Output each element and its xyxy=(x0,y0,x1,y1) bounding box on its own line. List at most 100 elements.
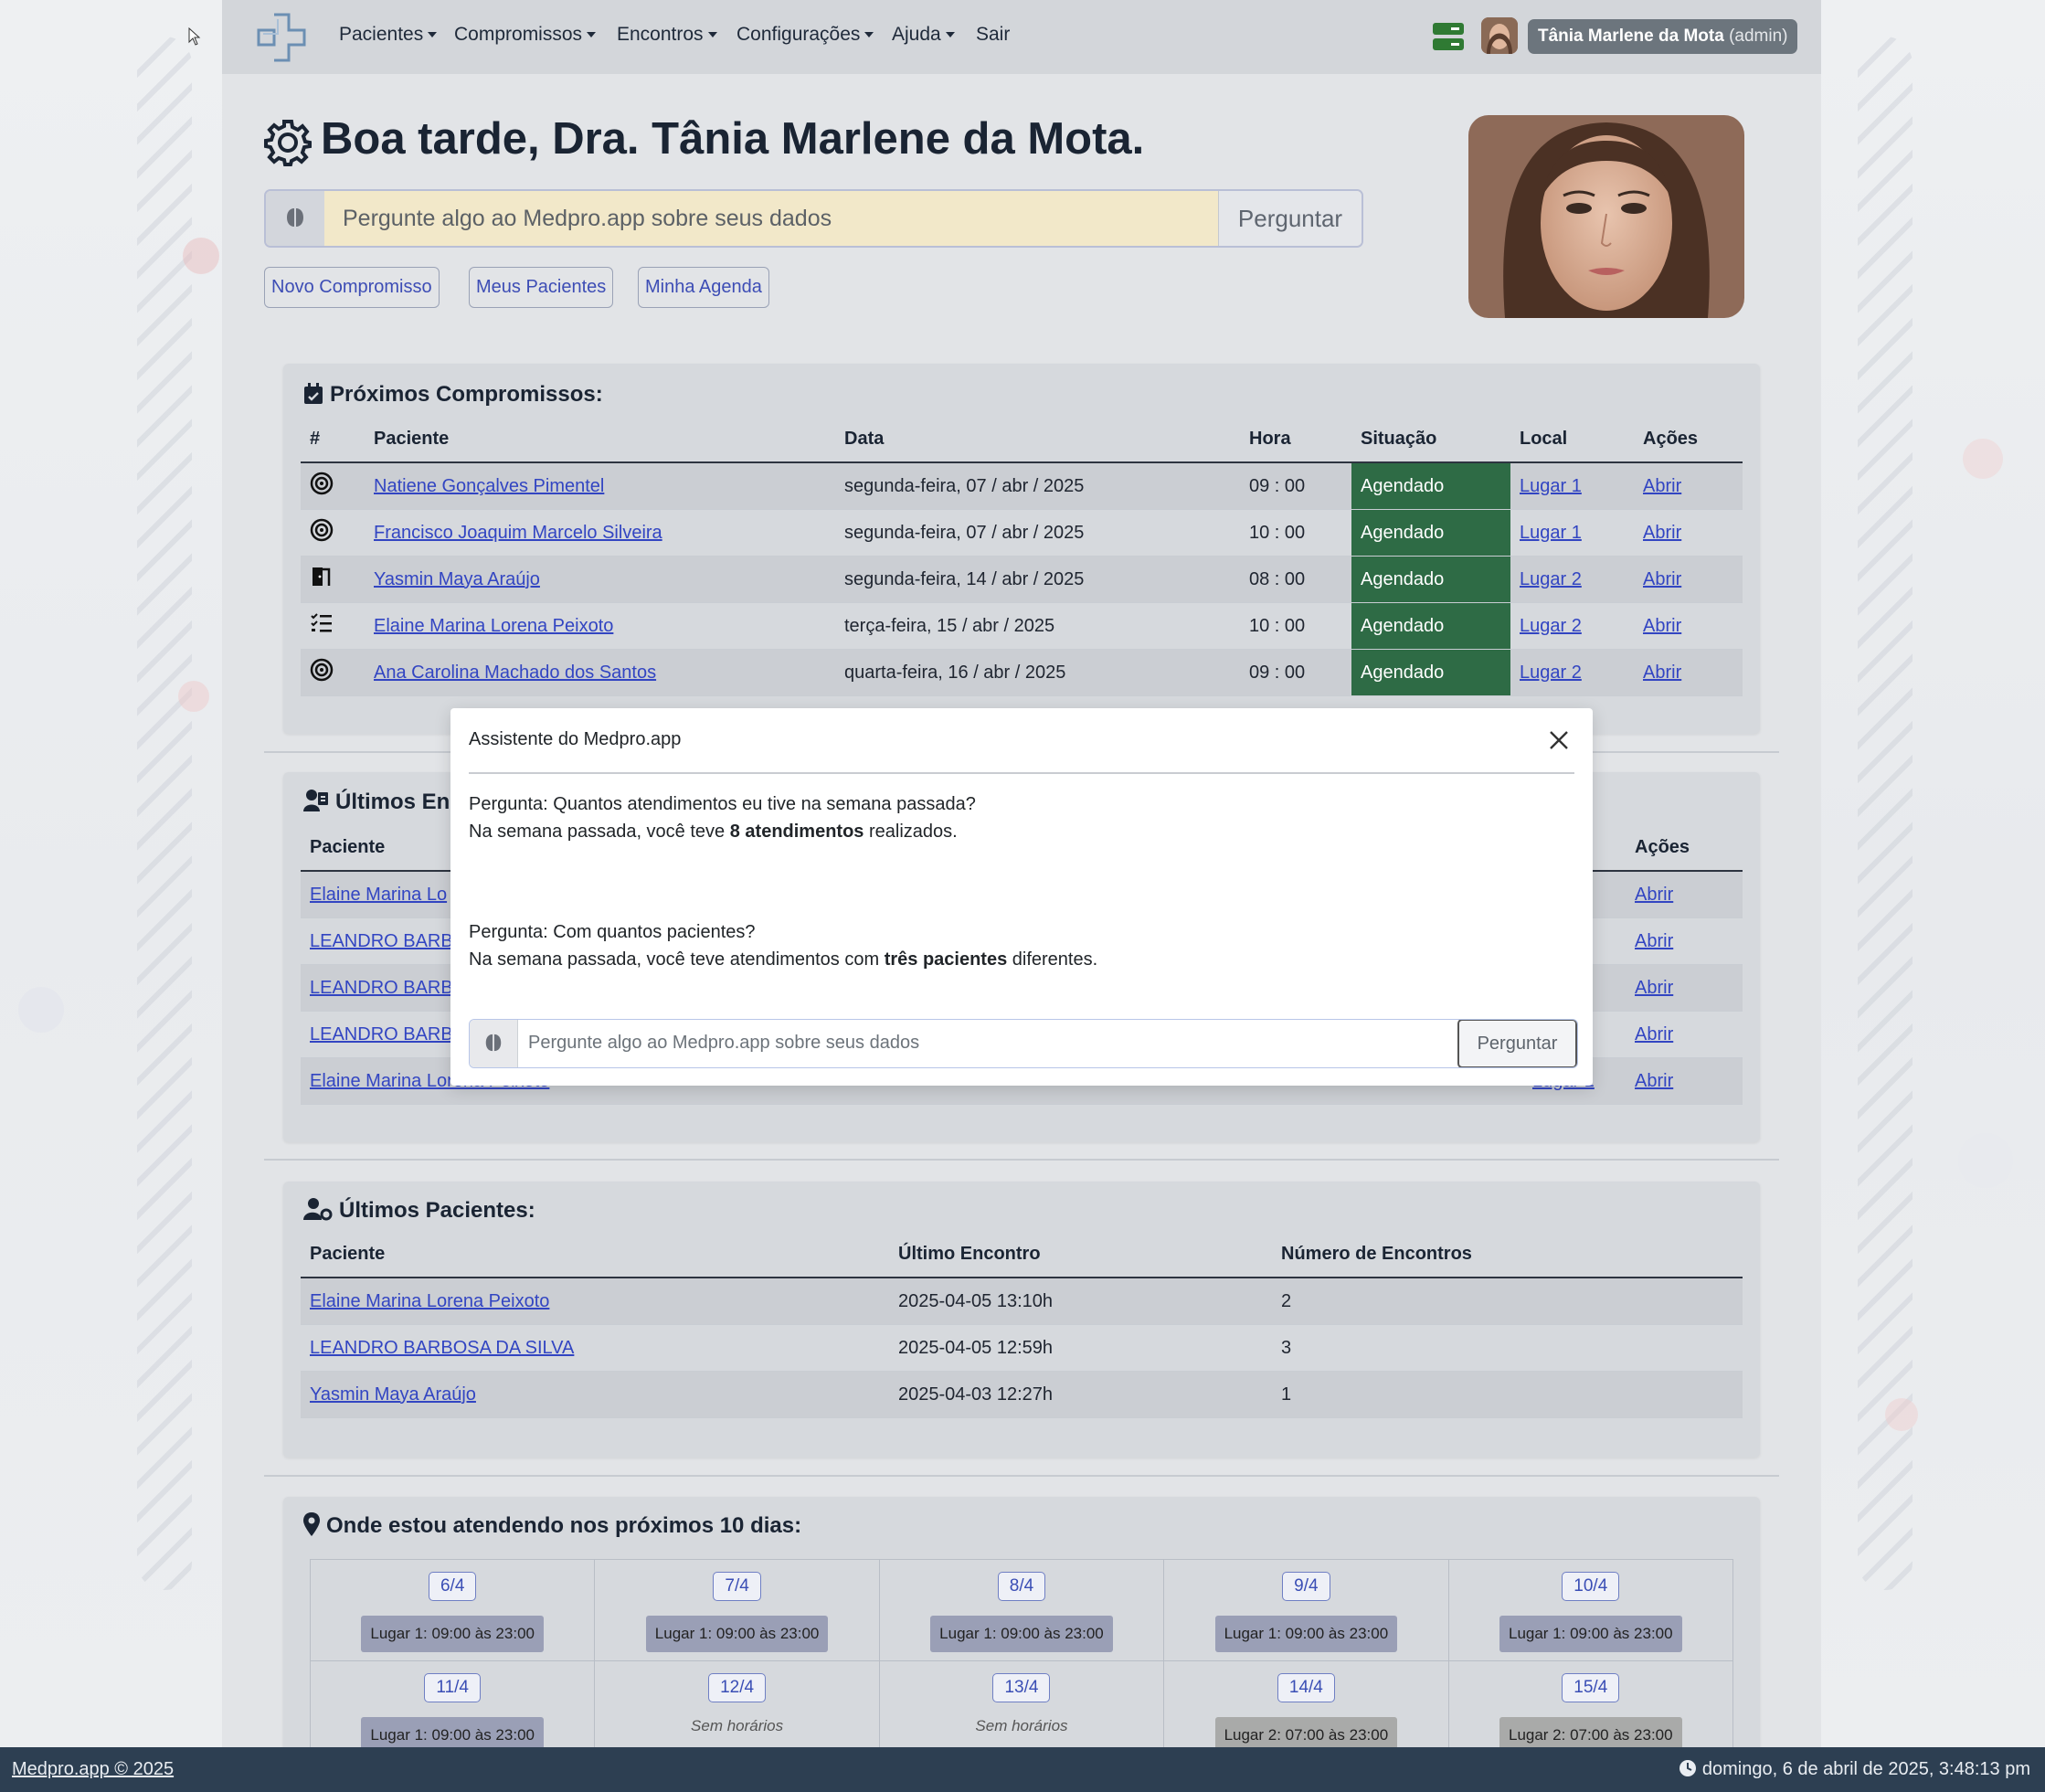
slot-badge: Lugar 1: 09:00 às 23:00 xyxy=(1214,1616,1398,1652)
schedule-title: Onde estou atendendo nos próximos 10 dia… xyxy=(303,1512,801,1539)
nav-configuracoes[interactable]: Configurações xyxy=(736,24,874,46)
patient-link[interactable]: Francisco Joaquim Marcelo Silveira xyxy=(374,523,662,543)
navbar: Pacientes Compromissos Encontros Configu… xyxy=(222,0,1821,74)
patient-link[interactable]: Elaine Marina Lorena Peixoto xyxy=(310,1291,549,1311)
open-link[interactable]: Abrir xyxy=(1635,931,1673,951)
date-pill[interactable]: 13/4 xyxy=(992,1673,1051,1702)
open-link[interactable]: Abrir xyxy=(1643,616,1681,636)
col-header: Ações xyxy=(1626,824,1743,872)
place-link[interactable]: Lugar 2 xyxy=(1520,616,1582,636)
encounters-title-text: Últimos Enc xyxy=(335,790,462,814)
date-pill[interactable]: 15/4 xyxy=(1562,1673,1620,1702)
open-link[interactable]: Abrir xyxy=(1643,476,1681,496)
time-cell: 09 : 00 xyxy=(1240,462,1351,510)
ask-input[interactable]: Pergunte algo ao Medpro.app sobre seus d… xyxy=(343,206,832,232)
patient-link[interactable]: Yasmin Maya Araújo xyxy=(374,569,540,589)
table-row: Elaine Marina Lorena Peixoto terça-feira… xyxy=(301,602,1743,650)
medpro-logo-icon[interactable] xyxy=(256,12,307,63)
close-icon[interactable] xyxy=(1547,728,1571,752)
new-appointment-button[interactable]: Novo Compromisso xyxy=(264,267,440,308)
date-pill[interactable]: 14/4 xyxy=(1277,1673,1335,1702)
door-icon xyxy=(313,567,331,586)
patients-title-text: Últimos Pacientes: xyxy=(339,1198,535,1223)
checklist-icon xyxy=(311,613,332,632)
question-text: Pergunta: Quantos atendimentos eu tive n… xyxy=(469,794,976,814)
patient-link[interactable]: LEANDRO BARBC xyxy=(310,1024,466,1044)
table-row: Francisco Joaquim Marcelo Silveira segun… xyxy=(301,509,1743,557)
ask-button[interactable]: Perguntar xyxy=(1218,191,1362,246)
date-pill[interactable]: 12/4 xyxy=(708,1673,767,1702)
caret-down-icon xyxy=(864,32,874,38)
modal-ask-input[interactable]: Pergunte algo ao Medpro.app sobre seus d… xyxy=(528,1033,919,1054)
avatar[interactable] xyxy=(1481,17,1518,54)
date-pill[interactable]: 10/4 xyxy=(1562,1572,1620,1601)
open-link[interactable]: Abrir xyxy=(1643,569,1681,589)
user-menu-button[interactable]: Tânia Marlene da Mota (admin) xyxy=(1528,19,1798,54)
nav-ajuda[interactable]: Ajuda xyxy=(892,24,955,46)
ask-bar: Pergunte algo ao Medpro.app sobre seus d… xyxy=(264,189,1363,248)
nav-encontros[interactable]: Encontros xyxy=(617,24,717,46)
patient-link[interactable]: Elaine Marina Lo xyxy=(310,885,447,905)
user-role: (admin) xyxy=(1729,27,1788,46)
assistant-modal: Assistente do Medpro.app Pergunta: Quant… xyxy=(450,708,1593,1086)
place-link[interactable]: Lugar 2 xyxy=(1520,663,1582,683)
patient-link[interactable]: Ana Carolina Machado dos Santos xyxy=(374,663,656,683)
modal-divider xyxy=(469,772,1574,774)
main-container: Pacientes Compromissos Encontros Configu… xyxy=(222,0,1821,1792)
open-link[interactable]: Abrir xyxy=(1635,978,1673,998)
open-link[interactable]: Abrir xyxy=(1635,885,1673,905)
open-link[interactable]: Abrir xyxy=(1635,1071,1673,1091)
last-encounter: 2025-04-03 12:27h xyxy=(889,1371,1272,1418)
patient-link[interactable]: LEANDRO BARBOSA DA SILVA xyxy=(310,1338,574,1358)
user-gear-icon xyxy=(303,1198,333,1221)
patient-link[interactable]: Elaine Marina Lorena Peixoto xyxy=(374,616,613,636)
col-header: Local xyxy=(1510,416,1634,463)
patient-link[interactable]: Natiene Gonçalves Pimentel xyxy=(374,476,604,496)
modal-ask-button[interactable]: Perguntar xyxy=(1457,1020,1577,1067)
patient-link[interactable]: Yasmin Maya Araújo xyxy=(310,1384,476,1405)
date-pill[interactable]: 11/4 xyxy=(424,1673,481,1702)
place-link[interactable]: Lugar 1 xyxy=(1520,523,1582,543)
date-pill[interactable]: 7/4 xyxy=(713,1572,761,1601)
server-status-icon[interactable] xyxy=(1433,21,1464,52)
place-link[interactable]: Lugar 2 xyxy=(1520,569,1582,589)
table-header: Paciente Último Encontro Número de Encon… xyxy=(301,1231,1743,1278)
caret-down-icon xyxy=(707,32,717,38)
open-link[interactable]: Abrir xyxy=(1643,523,1681,543)
col-header: Paciente xyxy=(301,1231,889,1278)
date-pill[interactable]: 6/4 xyxy=(428,1572,477,1601)
patient-link[interactable]: LEANDRO BARBC xyxy=(310,978,466,998)
my-patients-button[interactable]: Meus Pacientes xyxy=(469,267,614,308)
table-row: Elaine Marina Lorena Peixoto 2025-04-05 1… xyxy=(301,1278,1743,1325)
slot-badge: Lugar 1: 09:00 às 23:00 xyxy=(361,1616,544,1652)
no-slot-text: Sem horários xyxy=(691,1717,784,1734)
pill-decoration xyxy=(183,238,219,274)
nav-pacientes[interactable]: Pacientes xyxy=(339,24,438,46)
brain-icon-addon xyxy=(470,1020,518,1067)
open-link[interactable]: Abrir xyxy=(1635,1024,1673,1044)
nav-sair[interactable]: Sair xyxy=(976,24,1010,46)
my-agenda-button[interactable]: Minha Agenda xyxy=(638,267,769,308)
copyright-link[interactable]: Medpro.app © 2025 xyxy=(12,1759,174,1780)
slot-badge: Lugar 1: 09:00 às 23:00 xyxy=(1499,1616,1682,1652)
col-header: Número de Encontros xyxy=(1272,1231,1743,1278)
date-cell: quarta-feira, 16 / abr / 2025 xyxy=(835,649,1240,696)
col-header: Data xyxy=(835,416,1240,463)
place-link[interactable]: Lugar 1 xyxy=(1520,476,1582,496)
answer-text: Na semana passada, você teve atendimento… xyxy=(469,949,1098,970)
time-cell: 10 : 00 xyxy=(1240,509,1351,557)
appointments-table: # Paciente Data Hora Situação Local Açõe… xyxy=(301,416,1743,696)
gear-icon[interactable] xyxy=(264,119,312,166)
date-cell: segunda-feira, 07 / abr / 2025 xyxy=(835,509,1240,557)
nav-compromissos[interactable]: Compromissos xyxy=(454,24,597,46)
date-pill[interactable]: 8/4 xyxy=(997,1572,1046,1601)
background-left xyxy=(0,0,222,1792)
profile-photo xyxy=(1468,115,1744,318)
col-header: Ações xyxy=(1634,416,1743,463)
open-link[interactable]: Abrir xyxy=(1643,663,1681,683)
date-pill[interactable]: 9/4 xyxy=(1282,1572,1330,1601)
table-row: Ana Carolina Machado dos Santos quarta-f… xyxy=(301,649,1743,696)
patient-link[interactable]: LEANDRO BARBC xyxy=(310,931,466,951)
nav-label: Pacientes xyxy=(339,24,424,45)
encounter-count: 3 xyxy=(1272,1324,1743,1372)
